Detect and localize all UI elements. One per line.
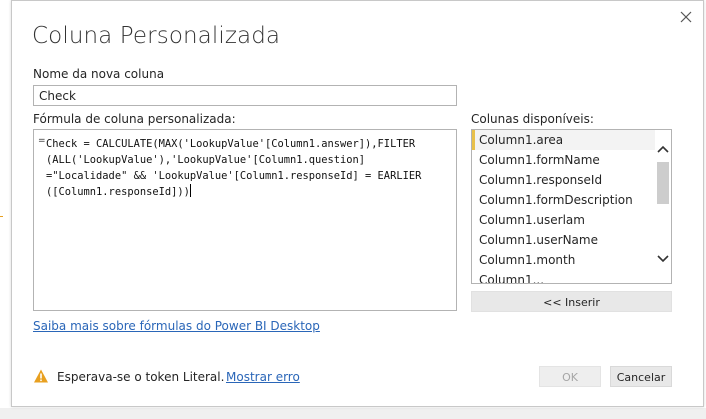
list-item[interactable]: Column1.userName bbox=[472, 230, 655, 250]
custom-column-dialog: Coluna Personalizada Nome da nova coluna… bbox=[11, 0, 704, 407]
available-columns-items: Column1.area Column1.formName Column1.resp… bbox=[472, 130, 655, 283]
list-item[interactable]: Column1.month bbox=[472, 250, 655, 270]
formula-label: Fórmula de coluna personalizada: bbox=[33, 112, 236, 126]
background-window-edge bbox=[0, 0, 11, 419]
show-error-link[interactable]: Mostrar erro bbox=[226, 370, 300, 384]
list-item[interactable]: Column1.responseId bbox=[472, 170, 655, 190]
available-columns-list[interactable]: Column1.area Column1.formName Column1.resp… bbox=[471, 129, 672, 284]
background-marker bbox=[0, 216, 3, 217]
list-scrollbar[interactable] bbox=[655, 130, 671, 283]
insert-column-button[interactable]: << Inserir bbox=[471, 291, 672, 312]
available-columns-label: Colunas disponíveis: bbox=[471, 112, 594, 126]
warning-icon bbox=[33, 368, 49, 384]
formula-text[interactable]: Check = CALCULATE(MAX('LookupValue'[Colu… bbox=[46, 136, 454, 200]
error-message: Esperava-se o token Literal. bbox=[57, 370, 225, 384]
list-item[interactable]: Column1... bbox=[472, 270, 655, 283]
close-icon[interactable] bbox=[678, 9, 694, 25]
learn-more-link[interactable]: Saiba mais sobre fórmulas do Power BI De… bbox=[33, 319, 320, 333]
formula-equals-sign: = bbox=[38, 136, 46, 146]
text-caret bbox=[189, 184, 191, 197]
list-item[interactable]: Column1.formDescription bbox=[472, 190, 655, 210]
formula-code: Check = CALCULATE(MAX('LookupValue'[Colu… bbox=[46, 138, 422, 198]
chevron-down-icon[interactable] bbox=[655, 250, 671, 266]
background-window-bottom bbox=[0, 408, 706, 419]
formula-editor[interactable]: = Check = CALCULATE(MAX('LookupValue'[Co… bbox=[33, 129, 457, 311]
ok-button[interactable]: OK bbox=[539, 366, 601, 387]
new-column-name-input[interactable] bbox=[33, 85, 457, 106]
new-column-name-label: Nome da nova coluna bbox=[33, 67, 165, 81]
list-item[interactable]: Column1.area bbox=[472, 130, 655, 150]
chevron-up-icon[interactable] bbox=[655, 142, 671, 158]
cancel-button[interactable]: Cancelar bbox=[610, 366, 672, 387]
dialog-title: Coluna Personalizada bbox=[32, 23, 281, 49]
list-item[interactable]: Column1.formName bbox=[472, 150, 655, 170]
scroll-thumb[interactable] bbox=[657, 162, 669, 204]
list-item[interactable]: Column1.userlam bbox=[472, 210, 655, 230]
